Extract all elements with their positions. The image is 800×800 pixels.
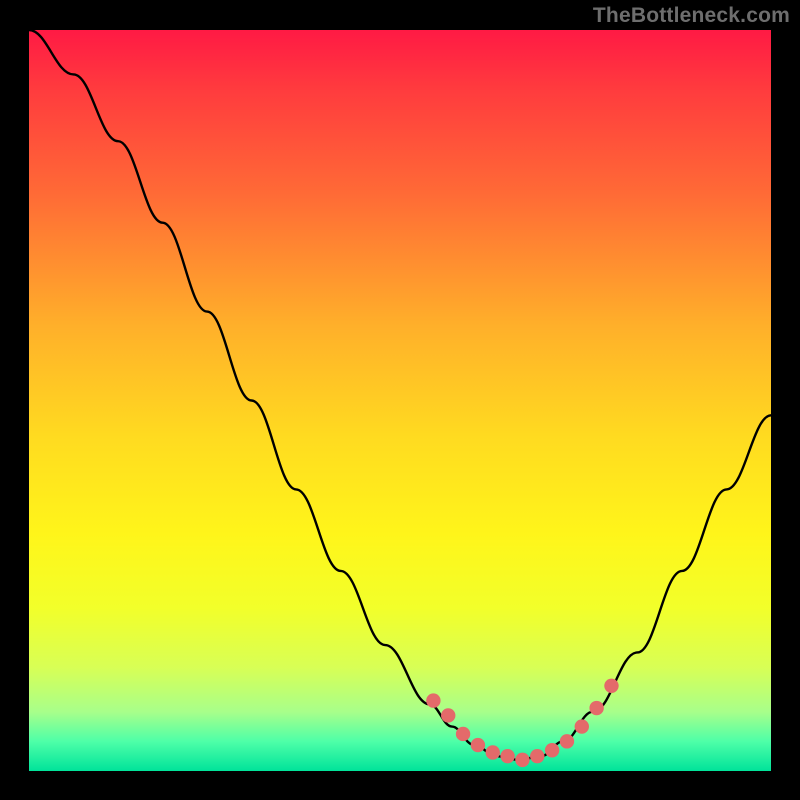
marker-point (426, 693, 440, 707)
curve-path (29, 30, 771, 760)
marker-point (471, 738, 485, 752)
chart-svg (29, 30, 771, 771)
plot-area (29, 30, 771, 771)
marker-point (515, 753, 529, 767)
marker-point (530, 749, 544, 763)
marker-point (441, 708, 455, 722)
curve-line (29, 30, 771, 760)
curve-markers (426, 679, 618, 768)
watermark-text: TheBottleneck.com (593, 4, 790, 28)
marker-point (575, 719, 589, 733)
marker-point (486, 745, 500, 759)
chart-frame: TheBottleneck.com (0, 0, 800, 800)
marker-point (560, 734, 574, 748)
marker-point (604, 679, 618, 693)
marker-point (589, 701, 603, 715)
marker-point (545, 743, 559, 757)
marker-point (456, 727, 470, 741)
marker-point (500, 749, 514, 763)
